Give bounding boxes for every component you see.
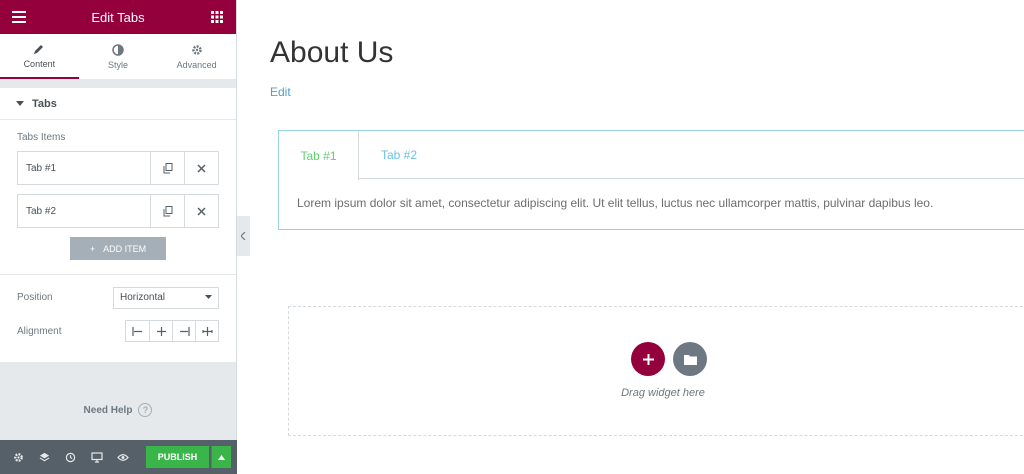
chevron-down-icon bbox=[205, 295, 212, 299]
add-template-button[interactable] bbox=[673, 342, 707, 376]
tab-advanced[interactable]: Advanced bbox=[157, 34, 236, 79]
need-help-label: Need Help bbox=[83, 404, 133, 416]
repeater-item: Tab #2 bbox=[17, 194, 219, 228]
history-button[interactable] bbox=[59, 444, 83, 470]
tab-content-text: Lorem ipsum dolor sit amet, consectetur … bbox=[297, 196, 934, 210]
widget-tab-2[interactable]: Tab #2 bbox=[359, 131, 439, 178]
copy-icon bbox=[163, 162, 172, 173]
position-select[interactable]: Horizontal bbox=[113, 286, 219, 309]
add-section-button[interactable] bbox=[631, 342, 665, 376]
copy-icon bbox=[163, 205, 172, 216]
repeater-item: Tab #1 bbox=[17, 151, 219, 185]
plus-icon bbox=[642, 353, 654, 365]
hamburger-menu-icon[interactable] bbox=[10, 8, 28, 26]
remove-item-button[interactable] bbox=[184, 152, 218, 184]
align-end-icon bbox=[179, 326, 190, 336]
close-icon bbox=[197, 163, 206, 173]
tab-advanced-label: Advanced bbox=[176, 59, 217, 70]
panel-footer: PUBLISH bbox=[0, 440, 237, 474]
gear-icon bbox=[191, 44, 202, 55]
widget-tab-1[interactable]: Tab #1 bbox=[279, 131, 359, 180]
editor-panel: Edit Tabs Content Style Advanced Tabs Ta… bbox=[0, 0, 237, 474]
section-tabs-toggle[interactable]: Tabs bbox=[0, 88, 236, 120]
position-label: Position bbox=[17, 292, 53, 303]
panel-header: Edit Tabs bbox=[0, 0, 236, 34]
publish-options-button[interactable] bbox=[211, 446, 231, 468]
duplicate-item-button[interactable] bbox=[150, 195, 184, 227]
pencil-icon bbox=[34, 44, 44, 54]
tabs-widget-header: Tab #1 Tab #2 bbox=[279, 131, 1024, 180]
alignment-label: Alignment bbox=[17, 325, 62, 337]
panel-title: Edit Tabs bbox=[91, 9, 145, 25]
drop-zone-text: Drag widget here bbox=[621, 387, 705, 399]
plus-icon: + bbox=[89, 243, 96, 254]
align-center-icon bbox=[156, 326, 166, 336]
widget-drop-zone: Drag widget here bbox=[288, 306, 1024, 436]
drop-zone-buttons bbox=[631, 342, 707, 376]
settings-button[interactable] bbox=[6, 444, 30, 470]
align-start-button[interactable] bbox=[126, 321, 149, 341]
align-start-icon bbox=[132, 326, 142, 336]
collapse-panel-handle[interactable] bbox=[237, 216, 250, 256]
preview-canvas: About Us Edit Tab #1 Tab #2 Lorem ipsum … bbox=[250, 0, 1024, 474]
tab-style-label: Style bbox=[108, 59, 129, 70]
chevron-left-icon bbox=[241, 232, 246, 240]
edit-link[interactable]: Edit bbox=[270, 85, 291, 99]
remove-item-button[interactable] bbox=[184, 195, 218, 227]
position-value: Horizontal bbox=[120, 292, 166, 303]
tabs-items-label: Tabs Items bbox=[17, 132, 66, 143]
add-item-label: ADD ITEM bbox=[103, 243, 147, 254]
close-icon bbox=[197, 206, 206, 216]
publish-button[interactable]: PUBLISH bbox=[145, 446, 210, 468]
repeater-item-title[interactable]: Tab #2 bbox=[18, 195, 150, 227]
layers-icon bbox=[39, 452, 50, 461]
history-icon bbox=[66, 452, 76, 462]
folder-icon bbox=[683, 354, 697, 365]
widgets-grid-icon[interactable] bbox=[208, 8, 226, 26]
alignment-control: Alignment bbox=[0, 320, 236, 342]
tab-content[interactable]: Content bbox=[0, 34, 79, 79]
duplicate-item-button[interactable] bbox=[150, 152, 184, 184]
question-circle-icon: ? bbox=[138, 403, 153, 417]
tab-style[interactable]: Style bbox=[79, 34, 158, 79]
align-stretch-button[interactable] bbox=[195, 321, 218, 341]
section-title: Tabs bbox=[32, 97, 57, 110]
responsive-mode-button[interactable] bbox=[85, 444, 109, 470]
gear-icon bbox=[13, 452, 23, 462]
caret-down-icon bbox=[16, 100, 24, 106]
need-help-link[interactable]: Need Help ? bbox=[0, 403, 236, 417]
tab-content-label: Content bbox=[23, 58, 56, 69]
align-end-button[interactable] bbox=[172, 321, 195, 341]
half-circle-icon bbox=[112, 43, 124, 56]
eye-icon bbox=[117, 453, 130, 461]
alignment-choices bbox=[125, 320, 219, 342]
navigator-button[interactable] bbox=[32, 444, 56, 470]
section-body: Tabs Items Tab #1 Tab #2 + ADD ITEM bbox=[0, 120, 236, 260]
controls-panel: Tabs Tabs Items Tab #1 Tab #2 + ADD ITEM… bbox=[0, 88, 236, 362]
align-stretch-icon bbox=[201, 326, 213, 336]
caret-up-icon bbox=[218, 454, 226, 460]
tabs-widget[interactable]: Tab #1 Tab #2 Lorem ipsum dolor sit amet… bbox=[278, 130, 1024, 230]
desktop-icon bbox=[91, 451, 103, 463]
repeater-item-title[interactable]: Tab #1 bbox=[18, 152, 150, 184]
position-control: Position Horizontal bbox=[0, 274, 236, 309]
page-title: About Us bbox=[270, 36, 394, 69]
add-item-button[interactable]: + ADD ITEM bbox=[70, 237, 166, 260]
align-center-button[interactable] bbox=[149, 321, 172, 341]
panel-tabs: Content Style Advanced bbox=[0, 34, 236, 80]
preview-button[interactable] bbox=[111, 444, 135, 470]
